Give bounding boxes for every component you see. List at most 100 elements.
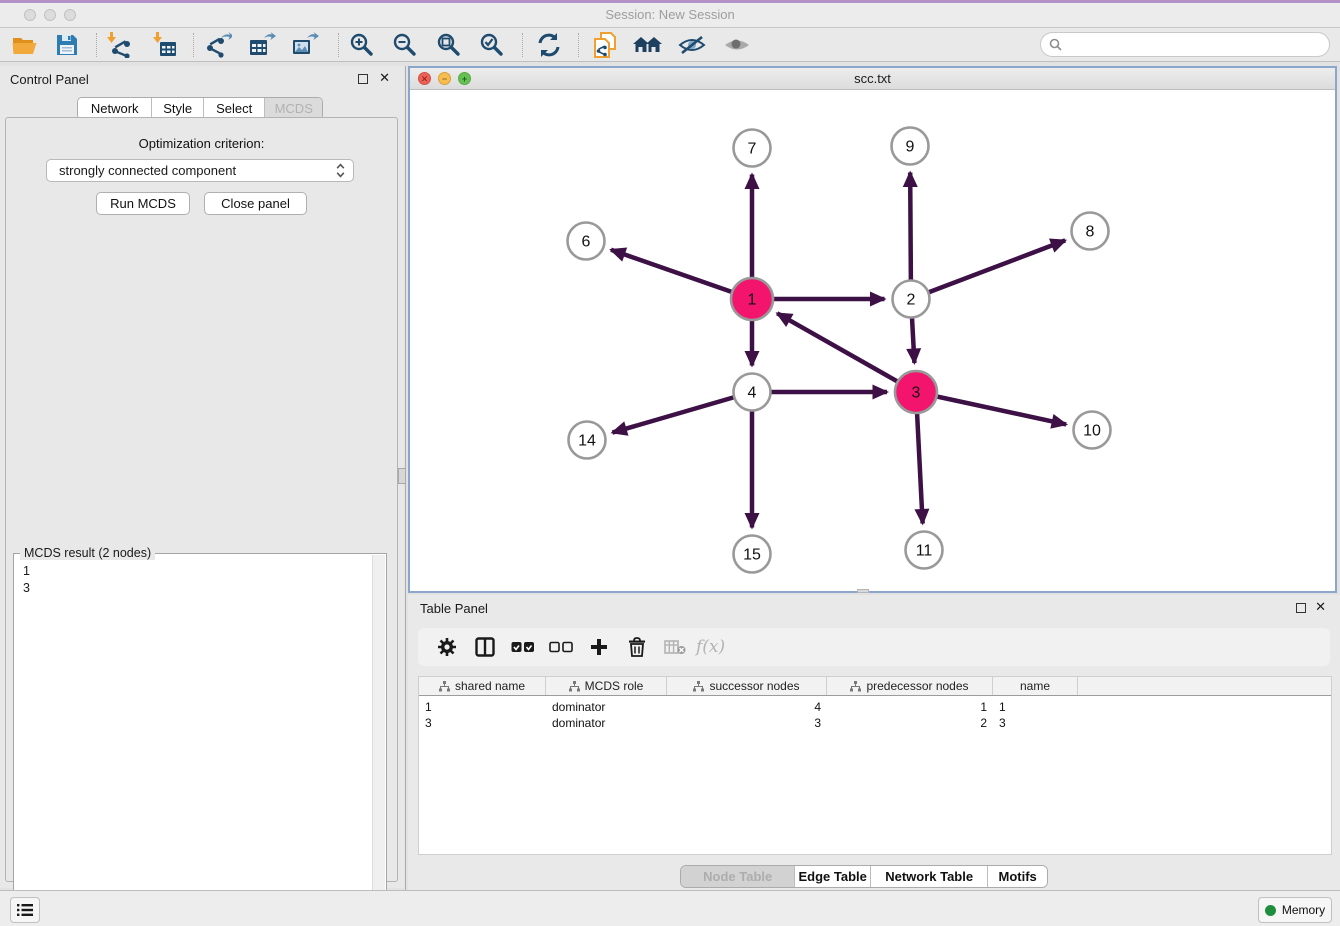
net-close-icon[interactable]: ✕	[418, 72, 431, 85]
run-mcds-button[interactable]: Run MCDS	[96, 192, 190, 215]
column-header-predecessor-nodes[interactable]: predecessor nodes	[827, 677, 993, 695]
close-panel-icon[interactable]: ✕	[379, 73, 390, 83]
column-header-successor-nodes[interactable]: successor nodes	[667, 677, 827, 695]
refresh-layout-icon[interactable]	[532, 31, 566, 59]
column-header-shared-name[interactable]: shared name	[419, 677, 546, 695]
import-table-icon[interactable]	[148, 31, 182, 59]
export-table-icon[interactable]	[245, 31, 279, 59]
result-scrollbar[interactable]	[372, 555, 385, 921]
graph-edge-3-10[interactable]	[916, 392, 1066, 424]
search-input[interactable]	[1067, 35, 1329, 55]
import-network-icon[interactable]	[102, 31, 136, 59]
table-row[interactable]: 3dominator323	[419, 715, 1331, 731]
zoom-selected-icon[interactable]	[475, 31, 509, 59]
table-close-icon[interactable]: ✕	[1315, 602, 1326, 612]
horizontal-splitter-grip[interactable]	[857, 589, 869, 593]
graph-node-2[interactable]: 2	[893, 281, 930, 318]
table-cell[interactable]: 1	[419, 699, 546, 715]
mac-zoom-icon[interactable]	[64, 9, 76, 21]
mcds-panel: Optimization criterion: strongly connect…	[5, 117, 398, 882]
svg-text:4: 4	[748, 385, 757, 402]
mcds-result-list[interactable]: 13	[15, 561, 371, 921]
svg-text:10: 10	[1083, 423, 1101, 440]
home-view-icon[interactable]	[631, 31, 665, 59]
export-image-icon[interactable]	[288, 31, 322, 59]
graph-node-10[interactable]: 10	[1074, 412, 1111, 449]
close-panel-button[interactable]: Close panel	[204, 192, 307, 215]
splitter-grip[interactable]	[398, 468, 406, 484]
table-options-gear-icon[interactable]	[428, 632, 466, 662]
graph-node-8[interactable]: 8	[1072, 213, 1109, 250]
show-columns-icon[interactable]	[466, 632, 504, 662]
tab-mcds[interactable]: MCDS	[264, 98, 322, 119]
function-builder-icon-disabled: f(x)	[696, 637, 725, 657]
svg-text:2: 2	[907, 292, 916, 309]
tab-select[interactable]: Select	[203, 98, 265, 119]
search-field[interactable]	[1040, 32, 1330, 57]
net-maximize-icon[interactable]: +	[458, 72, 471, 85]
table-cell[interactable]: 3	[419, 715, 546, 731]
table-cell[interactable]: dominator	[546, 699, 667, 715]
attribute-icon	[569, 681, 580, 692]
mac-minimize-icon[interactable]	[44, 9, 56, 21]
zoom-out-icon[interactable]	[388, 31, 422, 59]
show-eye-icon[interactable]	[720, 31, 754, 59]
network-graph[interactable]: 7 9 6 8 1 2 4 3 14 10 15 11	[410, 90, 1335, 591]
table-cell[interactable]: 3	[993, 715, 1078, 731]
table-cell[interactable]: 3	[667, 715, 827, 731]
criterion-select[interactable]: strongly connected component	[46, 159, 354, 182]
zoom-in-icon[interactable]	[345, 31, 379, 59]
export-network-icon[interactable]	[201, 31, 235, 59]
graph-node-3[interactable]: 3	[895, 371, 937, 413]
network-canvas[interactable]: 7 9 6 8 1 2 4 3 14 10 15 11	[410, 90, 1335, 591]
mac-close-icon[interactable]	[24, 9, 36, 21]
zoom-fit-icon[interactable]	[432, 31, 466, 59]
table-header-row: shared nameMCDS rolesuccessor nodesprede…	[419, 677, 1331, 696]
save-session-icon[interactable]	[50, 31, 84, 59]
graph-node-1[interactable]: 1	[731, 278, 773, 320]
table-row[interactable]: 1dominator411	[419, 699, 1331, 715]
deselect-all-checkboxes-icon[interactable]	[542, 632, 580, 662]
graph-node-9[interactable]: 9	[892, 128, 929, 165]
open-folder-icon[interactable]	[8, 31, 42, 59]
table-panel-tabs: Node TableEdge TableNetwork TableMotifs	[680, 865, 1048, 888]
graph-node-4[interactable]: 4	[734, 374, 771, 411]
tab-network[interactable]: Network	[78, 98, 151, 119]
table-cell[interactable]: 2	[827, 715, 993, 731]
delete-column-trash-icon[interactable]	[618, 632, 656, 662]
graph-node-15[interactable]: 15	[734, 536, 771, 573]
column-header-name[interactable]: name	[993, 677, 1078, 695]
float-panel-icon[interactable]	[358, 74, 368, 84]
graph-node-11[interactable]: 11	[906, 532, 943, 569]
graph-node-6[interactable]: 6	[568, 223, 605, 260]
table-cell[interactable]: 1	[993, 699, 1078, 715]
delete-table-icon-disabled	[656, 632, 694, 662]
column-header-MCDS-role[interactable]: MCDS role	[546, 677, 667, 695]
svg-text:7: 7	[748, 141, 757, 158]
task-history-button[interactable]	[10, 897, 40, 923]
graph-edge-1-6[interactable]	[611, 250, 752, 299]
graph-edge-4-14[interactable]	[612, 392, 752, 433]
graph-node-14[interactable]: 14	[569, 422, 606, 459]
table-float-icon[interactable]	[1296, 603, 1306, 613]
network-window-titlebar[interactable]: ✕ − + scc.txt	[410, 68, 1335, 90]
table-cell[interactable]: 1	[827, 699, 993, 715]
graph-node-7[interactable]: 7	[734, 130, 771, 167]
hide-panel-eye-icon[interactable]	[675, 31, 709, 59]
add-column-icon[interactable]	[580, 632, 618, 662]
graph-edge-3-1[interactable]	[777, 313, 916, 392]
svg-text:1: 1	[748, 292, 757, 309]
mcds-result-item: 1	[23, 563, 371, 580]
table-tab-node-table[interactable]: Node Table	[681, 866, 794, 887]
table-tab-edge-table[interactable]: Edge Table	[794, 866, 870, 887]
table-tab-motifs[interactable]: Motifs	[987, 866, 1047, 887]
clone-network-icon[interactable]	[588, 31, 622, 59]
graph-edge-2-8[interactable]	[911, 240, 1065, 299]
tab-style[interactable]: Style	[151, 98, 203, 119]
table-cell[interactable]: dominator	[546, 715, 667, 731]
select-all-checkboxes-icon[interactable]	[504, 632, 542, 662]
memory-button[interactable]: Memory	[1258, 897, 1332, 923]
table-cell[interactable]: 4	[667, 699, 827, 715]
table-tab-network-table[interactable]: Network Table	[870, 866, 987, 887]
net-minimize-icon[interactable]: −	[438, 72, 451, 85]
